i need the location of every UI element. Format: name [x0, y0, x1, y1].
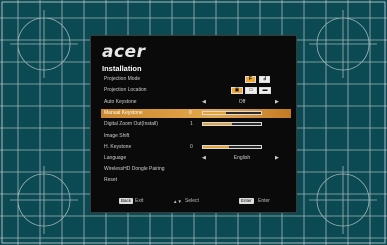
ceiling-location-icon[interactable]: ▬ [259, 87, 271, 94]
slider-value: 0 [190, 144, 193, 150]
desktop-location-icon[interactable]: ▭ [245, 87, 257, 94]
menu-item-label: Reset [104, 177, 118, 183]
digital-zoom-slider[interactable] [202, 122, 262, 126]
slider-fill [203, 112, 227, 114]
enter-key[interactable]: Enter [239, 198, 254, 204]
menu-item-label: Language [104, 155, 127, 161]
menu-item-label: H. Keystone [104, 144, 132, 150]
arrow-left-icon[interactable]: ◀ [202, 98, 206, 107]
arrow-right-icon[interactable]: ▶ [275, 98, 279, 107]
h-keystone-slider[interactable] [202, 145, 262, 149]
option-value: English [233, 155, 251, 161]
up-down-arrow-icon: ▲▼ [173, 199, 182, 204]
slider-fill [203, 146, 230, 148]
menu-footer: Back Exit ▲▼ Select Enter Enter [91, 197, 298, 207]
installation-osd-menu: acer Installation Projection Mode F Ⅎ Pr… [90, 35, 297, 213]
arrow-left-icon[interactable]: ◀ [202, 154, 206, 163]
back-key[interactable]: Back [119, 198, 134, 204]
slider-value: 0 [189, 110, 192, 116]
menu-title: Installation [102, 64, 142, 73]
select-label: Select [185, 198, 199, 204]
menu-item-label: Projection Mode [104, 76, 141, 82]
rear-projection-icon[interactable]: Ⅎ [259, 76, 270, 83]
menu-item-manual-keystone[interactable]: Manual Keystone 0 [101, 109, 291, 118]
screen: acer Installation Projection Mode F Ⅎ Pr… [0, 0, 387, 245]
menu-item-label: Image Shift [104, 133, 130, 139]
option-value: Off [238, 99, 246, 105]
menu-item-label: Projection Location [104, 87, 147, 93]
slider-fill [203, 123, 232, 125]
acer-logo: acer [102, 42, 146, 62]
menu-item-label: WirelessHD Dongle Pairing [104, 166, 165, 172]
menu-item-h-keystone[interactable]: H. Keystone 0 [102, 143, 290, 152]
menu-item-image-shift[interactable]: Image Shift [102, 132, 290, 141]
menu-item-label: Digital Zoom Out(Install) [104, 121, 158, 127]
manual-keystone-slider[interactable] [202, 111, 262, 115]
menu-item-language[interactable]: Language ◀ English ▶ [102, 154, 290, 163]
menu-item-digital-zoom-out[interactable]: Digital Zoom Out(Install) 1 [102, 120, 290, 129]
menu-item-wirelesshd-pairing[interactable]: WirelessHD Dongle Pairing [102, 165, 290, 174]
menu-item-label: Auto Keystone [104, 99, 137, 105]
slider-value: 1 [190, 121, 193, 127]
enter-label: Enter [258, 198, 270, 204]
menu-item-reset[interactable]: Reset [102, 176, 290, 185]
front-projection-icon[interactable]: F [245, 76, 256, 83]
menu-item-projection-location[interactable]: Projection Location ▣ ▭ ▬ [102, 86, 290, 95]
auto-location-icon[interactable]: ▣ [231, 87, 243, 94]
menu-item-label: Manual Keystone [104, 110, 143, 116]
exit-label: Exit [135, 198, 144, 204]
menu-item-projection-mode[interactable]: Projection Mode F Ⅎ [102, 75, 290, 84]
menu-item-auto-keystone[interactable]: Auto Keystone ◀ Off ▶ [102, 98, 290, 107]
arrow-right-icon[interactable]: ▶ [275, 154, 279, 163]
